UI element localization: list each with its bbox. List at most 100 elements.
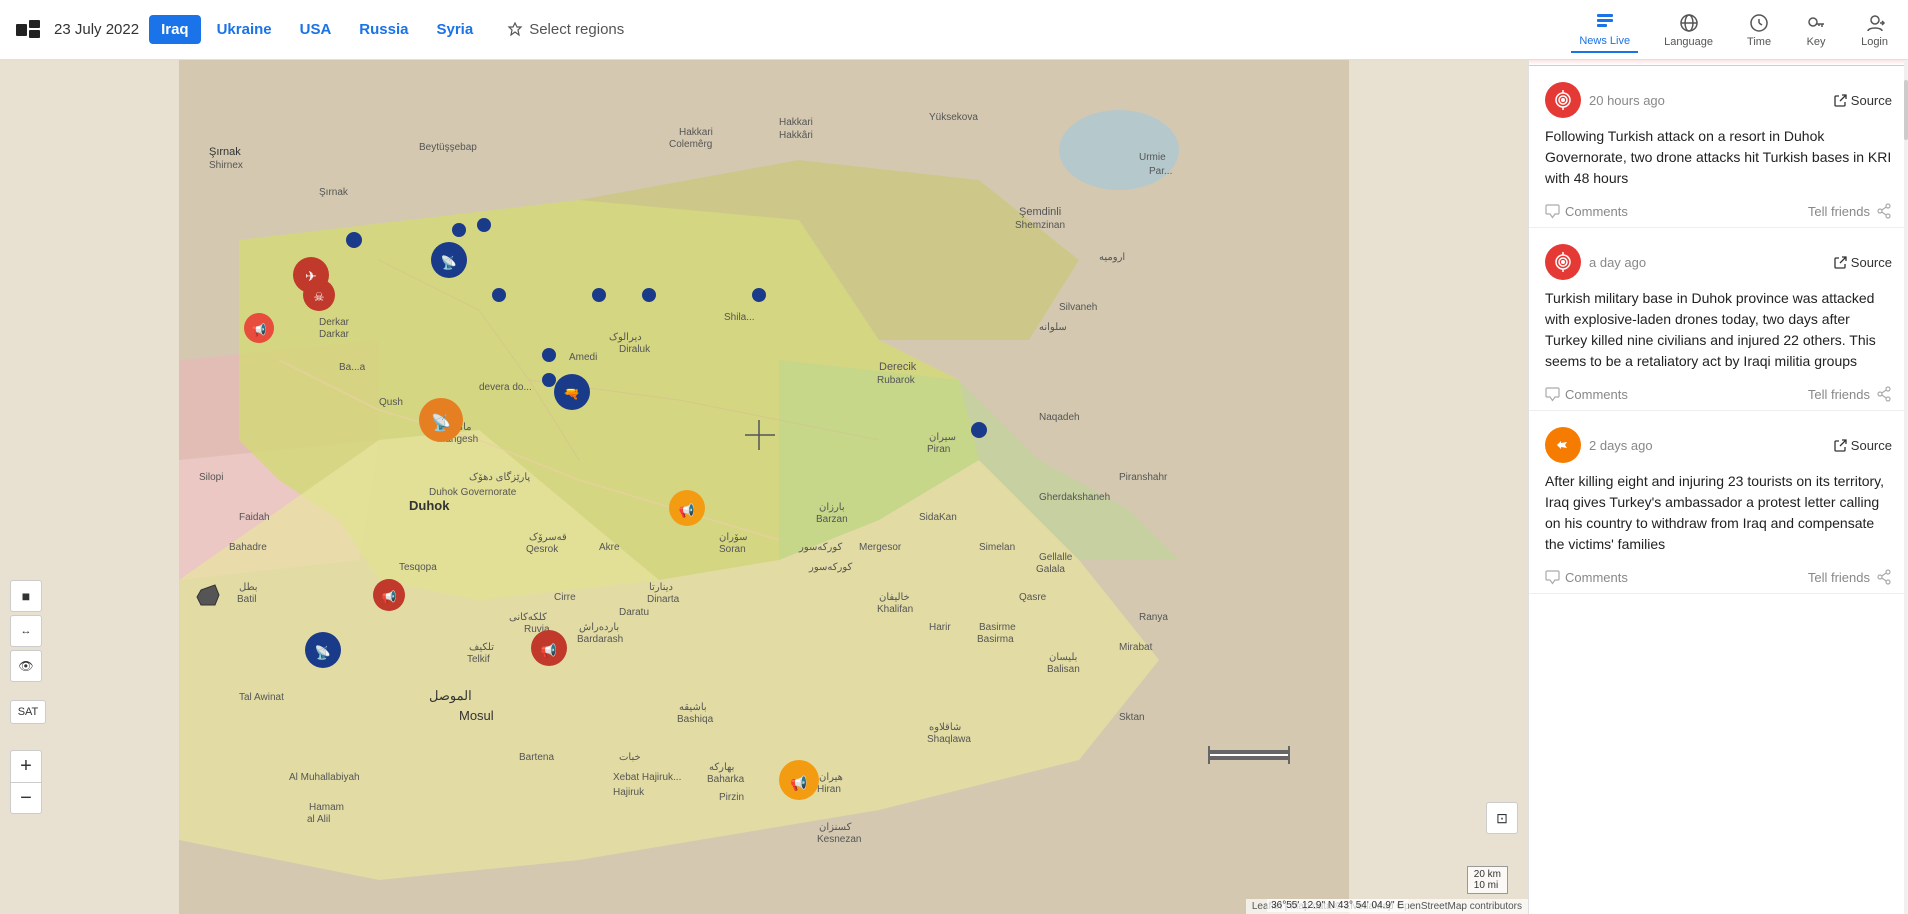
center-map-button[interactable]: ⊡ (1486, 802, 1518, 834)
svg-text:Derkar: Derkar (319, 317, 350, 328)
nav-time[interactable]: Time (1739, 8, 1779, 52)
news-item-2-comments-label: Comments (1565, 387, 1628, 402)
svg-text:بلیسان: بلیسان (1049, 652, 1077, 663)
zoom-in-button[interactable]: + (10, 750, 42, 782)
nav-usa[interactable]: USA (288, 15, 344, 44)
svg-text:Mirabat: Mirabat (1119, 642, 1153, 653)
svg-text:سۆران: سۆران (719, 532, 748, 543)
news-item-1-comments-label: Comments (1565, 204, 1628, 219)
news-item-3-source[interactable]: Source (1834, 438, 1892, 453)
news-item-3-comments[interactable]: Comments (1545, 570, 1628, 585)
news-item-2-header-left: a day ago (1545, 244, 1646, 280)
map-area[interactable]: Şırnak Shirnex Şırnak Beytüşşebap Hakkar… (0, 60, 1528, 914)
nav-login[interactable]: Login (1853, 8, 1896, 52)
svg-text:Harir: Harir (929, 622, 951, 633)
svg-text:📡: 📡 (315, 644, 331, 660)
share-icon-2 (1876, 386, 1892, 402)
svg-text:Batil: Batil (237, 594, 256, 605)
news-item-2-source[interactable]: Source (1834, 255, 1892, 270)
svg-text:Darkar: Darkar (319, 329, 350, 340)
nav-syria[interactable]: Syria (425, 15, 486, 44)
news-item-2-share[interactable]: Tell friends (1808, 386, 1892, 402)
share-icon-3 (1876, 569, 1892, 585)
satellite-button[interactable]: SAT (10, 700, 46, 724)
svg-text:سلوانه: سلوانه (1039, 322, 1067, 333)
svg-text:Hamam: Hamam (309, 802, 344, 813)
svg-text:Rubarok: Rubarok (877, 375, 916, 386)
nav-russia[interactable]: Russia (347, 15, 420, 44)
svg-text:Duhok Governorate: Duhok Governorate (429, 487, 517, 498)
svg-text:باشیقه: باشیقه (679, 702, 707, 713)
news-item-1-source-label: Source (1851, 93, 1892, 108)
svg-text:Yüksekova: Yüksekova (929, 112, 978, 123)
svg-text:📢: 📢 (252, 323, 267, 337)
svg-text:Silvaneh: Silvaneh (1059, 302, 1097, 313)
news-item-1: 20 hours ago Source Following Turkish at… (1529, 66, 1908, 228)
svg-text:قەسرۆک: قەسرۆک (529, 532, 567, 543)
coordinates-display: 36°55' 12.9" N 43° 54' 04.9" E (1267, 899, 1408, 912)
news-item-2: a day ago Source Turkish military base i… (1529, 228, 1908, 411)
svg-text:كورکەسور: كورکەسور (798, 542, 842, 553)
time-label: Time (1747, 36, 1771, 48)
zoom-out-button[interactable]: − (10, 782, 42, 814)
svg-text:Simelan: Simelan (979, 542, 1015, 553)
eye-button[interactable]: 👁 (10, 650, 42, 682)
svg-text:Bartena: Bartena (519, 752, 554, 763)
nav-iraq[interactable]: Iraq (149, 15, 201, 44)
stop-button[interactable]: ■ (10, 580, 42, 612)
svg-text:Akre: Akre (599, 542, 620, 553)
news-live-icon (1594, 11, 1616, 33)
svg-text:Faidah: Faidah (239, 512, 270, 523)
location-icon (507, 22, 523, 38)
svg-text:Beytüşşebap: Beytüşşebap (419, 142, 477, 153)
nav-key[interactable]: Key (1797, 8, 1835, 52)
svg-text:Bahadre: Bahadre (229, 542, 267, 553)
svg-text:📢: 📢 (679, 503, 695, 519)
svg-text:تلکیف: تلکیف (469, 642, 494, 653)
news-item-2-comments[interactable]: Comments (1545, 387, 1628, 402)
svg-text:خبات: خبات (619, 752, 641, 763)
news-item-3-icon (1545, 427, 1581, 463)
news-item-3-share[interactable]: Tell friends (1808, 569, 1892, 585)
select-regions-button[interactable]: Select regions (495, 15, 636, 44)
nav-news-live[interactable]: News Live (1571, 7, 1638, 53)
news-item-2-header: a day ago Source (1545, 244, 1892, 280)
measure-button[interactable]: ↔ (10, 615, 42, 647)
news-item-3-comments-label: Comments (1565, 570, 1628, 585)
scrollbar-track[interactable] (1904, 60, 1908, 914)
svg-text:باردەراش: باردەراش (579, 622, 619, 633)
news-item-1-share[interactable]: Tell friends (1808, 203, 1892, 219)
svg-text:📡: 📡 (441, 254, 457, 270)
news-item-3: 2 days ago Source After killing eight an… (1529, 411, 1908, 594)
svg-text:Urmie: Urmie (1139, 152, 1166, 163)
share-icon-1 (1876, 203, 1892, 219)
svg-text:Bardarash: Bardarash (577, 634, 623, 645)
svg-text:پارێزگای دهۆک: پارێزگای دهۆک (469, 471, 530, 483)
svg-text:Sktan: Sktan (1119, 712, 1145, 723)
news-item-3-source-label: Source (1851, 438, 1892, 453)
news-sidebar: 20 hours ago Source Following Turkish at… (1528, 60, 1908, 914)
svg-text:Naqadeh: Naqadeh (1039, 412, 1080, 423)
svg-text:Balisan: Balisan (1047, 664, 1080, 675)
news-item-1-source[interactable]: Source (1834, 93, 1892, 108)
svg-text:Ba...a: Ba...a (339, 362, 366, 373)
svg-text:📢: 📢 (790, 775, 807, 792)
svg-text:Qesrok: Qesrok (526, 544, 559, 555)
svg-text:بطل: بطل (239, 582, 258, 593)
scrollbar-thumb[interactable] (1904, 80, 1908, 140)
svg-text:كلكه‌كانى: كلكه‌كانى (509, 612, 547, 623)
svg-text:📢: 📢 (382, 590, 397, 604)
svg-text:Amedi: Amedi (569, 352, 597, 363)
news-item-1-comments[interactable]: Comments (1545, 204, 1628, 219)
svg-text:Şırnak: Şırnak (209, 146, 241, 158)
logo[interactable] (12, 14, 44, 46)
map-scale: 20 km 10 mi (1467, 866, 1508, 894)
svg-text:Mergesor: Mergesor (859, 542, 902, 553)
news-item-3-body: After killing eight and injuring 23 tour… (1545, 471, 1892, 555)
svg-text:شاقلاوه: شاقلاوه (929, 722, 961, 733)
nav-language[interactable]: Language (1656, 8, 1721, 52)
svg-text:Telkif: Telkif (467, 654, 490, 665)
nav-ukraine[interactable]: Ukraine (205, 15, 284, 44)
svg-text:SidaKan: SidaKan (919, 512, 957, 523)
svg-text:ارومیه: ارومیه (1099, 252, 1125, 263)
